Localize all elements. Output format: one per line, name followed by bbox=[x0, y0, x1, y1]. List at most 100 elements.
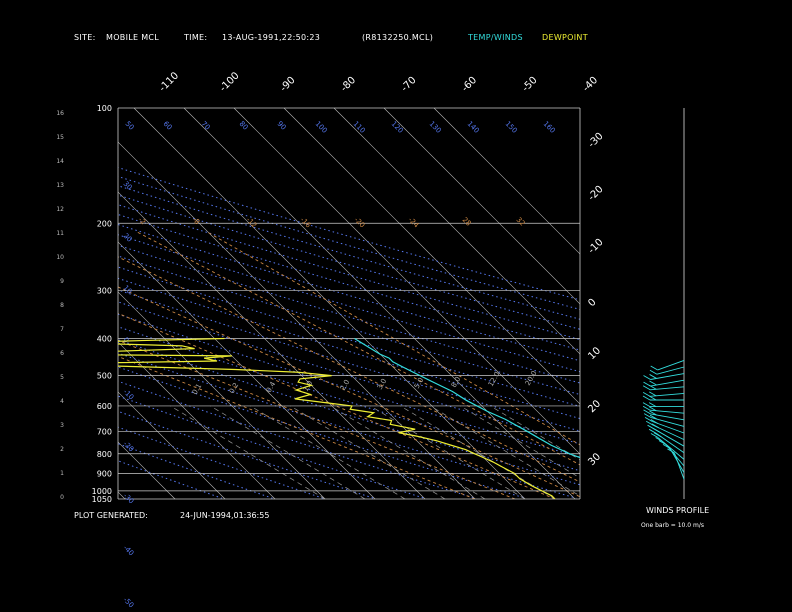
isotherm-line bbox=[433, 108, 580, 255]
mixing-ratio-line bbox=[430, 405, 580, 497]
height-tick-label: 15 bbox=[56, 134, 64, 141]
dry-adiabat-label: 60 bbox=[162, 120, 174, 132]
wind-barb-flag bbox=[642, 385, 651, 391]
temp-tick-label-top: -110 bbox=[157, 70, 181, 94]
dry-adiabat-line bbox=[118, 301, 580, 445]
dry-adiabat-label: 160 bbox=[542, 120, 557, 135]
dry-adiabat-label: 150 bbox=[504, 120, 519, 135]
dry-adiabat-label: 50 bbox=[124, 120, 136, 132]
dry-adiabat-line bbox=[118, 326, 580, 472]
height-tick-label: 2 bbox=[60, 446, 64, 453]
height-tick-label: 14 bbox=[56, 158, 64, 165]
moist-adiabat-line bbox=[118, 339, 516, 499]
moist-adiabat-line bbox=[118, 355, 476, 499]
pressure-tick-label: 500 bbox=[97, 372, 112, 381]
sounding-series bbox=[118, 337, 580, 499]
moist-adiabat-label: -2 bbox=[137, 216, 148, 227]
dry-adiabat-line bbox=[118, 366, 526, 499]
temp-tick-label-right: 20 bbox=[586, 398, 603, 415]
wind-barb-flag bbox=[650, 365, 658, 371]
dry-adiabat-left-label: -10 bbox=[122, 388, 136, 402]
mixing-ratio-line bbox=[370, 405, 526, 499]
dry-adiabat-label: 110 bbox=[352, 120, 367, 135]
wind-barb-flag bbox=[648, 402, 657, 407]
pressure-tick-label: 300 bbox=[97, 287, 112, 296]
height-tick-label: 13 bbox=[56, 182, 64, 189]
axis-labels: 1002003004005006007008009001000105001234… bbox=[56, 70, 605, 609]
mixing-ratio-line bbox=[400, 405, 556, 499]
dry-adiabat-line bbox=[118, 426, 324, 499]
height-tick-label: 12 bbox=[56, 206, 64, 213]
isotherm-line bbox=[118, 241, 376, 499]
moist-adiabat-label: -8 bbox=[191, 216, 202, 227]
wind-barb-flag bbox=[649, 391, 657, 397]
mixing-ratio-label: 8.0 bbox=[450, 375, 462, 389]
pressure-tick-label: 400 bbox=[97, 335, 112, 344]
isotherm-line bbox=[0, 108, 25, 499]
height-tick-label: 16 bbox=[56, 110, 64, 117]
wind-barb-staff bbox=[650, 379, 685, 387]
moist-adiabat-label: 32 bbox=[515, 216, 527, 228]
wind-barb-flag bbox=[649, 374, 657, 379]
height-tick-label: 10 bbox=[56, 254, 64, 261]
dry-adiabat-left-label: -30 bbox=[122, 492, 136, 506]
wind-barb-flag bbox=[649, 369, 658, 375]
temp-tick-label-top: -40 bbox=[581, 75, 600, 94]
isotherm-line bbox=[118, 191, 426, 499]
temp-tick-label-right: 30 bbox=[586, 451, 603, 468]
dry-adiabat-left-label: 20 bbox=[122, 232, 134, 244]
dry-adiabat-label: 70 bbox=[200, 120, 212, 132]
temperature-line bbox=[354, 338, 580, 459]
dry-adiabat-left-label: 10 bbox=[122, 284, 134, 296]
mixing-ratio-label: 2.0 bbox=[339, 378, 351, 392]
pressure-tick-label: 600 bbox=[97, 402, 112, 411]
wind-barb-flag bbox=[648, 395, 657, 401]
moist-adiabat-lines bbox=[118, 230, 580, 499]
mixing-ratio-line bbox=[170, 405, 326, 499]
temp-tick-label-top: -50 bbox=[520, 75, 539, 94]
wind-barb-flag bbox=[651, 423, 659, 429]
isotherm-line bbox=[118, 291, 326, 499]
dry-adiabat-line bbox=[118, 380, 476, 499]
moist-adiabat-line bbox=[118, 312, 556, 499]
mixing-ratio-label: 0.2 bbox=[228, 381, 240, 395]
wind-barb-flag bbox=[643, 375, 651, 380]
temp-tick-label-right: -10 bbox=[586, 237, 605, 256]
dry-adiabat-line bbox=[118, 352, 577, 499]
wind-barb-flag bbox=[649, 380, 657, 386]
mixing-ratio-line bbox=[460, 405, 580, 479]
wind-barb-flag bbox=[643, 409, 651, 415]
isotherm-line bbox=[118, 441, 176, 499]
temp-tick-label-top: -70 bbox=[399, 75, 418, 94]
height-tick-label: 1 bbox=[60, 470, 64, 477]
dry-adiabat-label: 130 bbox=[428, 120, 443, 135]
pressure-tick-label: 1050 bbox=[92, 495, 112, 504]
height-tick-label: 3 bbox=[60, 422, 64, 429]
plot-frame bbox=[117, 108, 581, 499]
dewpoint-line bbox=[118, 337, 556, 499]
plot-generated-value: 24-JUN-1994,01:36:55 bbox=[180, 511, 270, 520]
wind-profile bbox=[642, 108, 685, 499]
isotherm-line bbox=[118, 341, 276, 499]
dry-adiabat-line bbox=[118, 410, 374, 499]
mixing-ratio-line bbox=[250, 405, 406, 499]
pressure-tick-label: 800 bbox=[97, 450, 112, 459]
dry-adiabat-label: 140 bbox=[466, 120, 481, 135]
dry-adiabat-left-label: 0 bbox=[122, 336, 131, 345]
pressure-tick-label: 100 bbox=[97, 104, 112, 113]
mixing-ratio-label: 3.0 bbox=[376, 377, 388, 391]
dry-adiabat-line bbox=[118, 460, 222, 499]
winds-profile-title: WINDS PROFILE bbox=[646, 506, 710, 515]
wind-barb-staff bbox=[674, 452, 685, 480]
isotherm-line bbox=[133, 108, 526, 499]
moist-adiabat-label: 28 bbox=[461, 216, 473, 228]
temp-tick-label-top: -80 bbox=[339, 75, 358, 94]
dry-adiabat-left-label: -50 bbox=[122, 596, 136, 610]
isotherm-line bbox=[283, 108, 580, 405]
moist-adiabat-label: -16 bbox=[299, 216, 313, 230]
mixing-ratio-label: 20.0 bbox=[524, 369, 539, 387]
wind-barb-flag bbox=[642, 395, 651, 401]
wind-barb-flag bbox=[642, 405, 651, 411]
height-tick-label: 0 bbox=[60, 494, 64, 501]
pressure-tick-label: 900 bbox=[97, 469, 112, 478]
